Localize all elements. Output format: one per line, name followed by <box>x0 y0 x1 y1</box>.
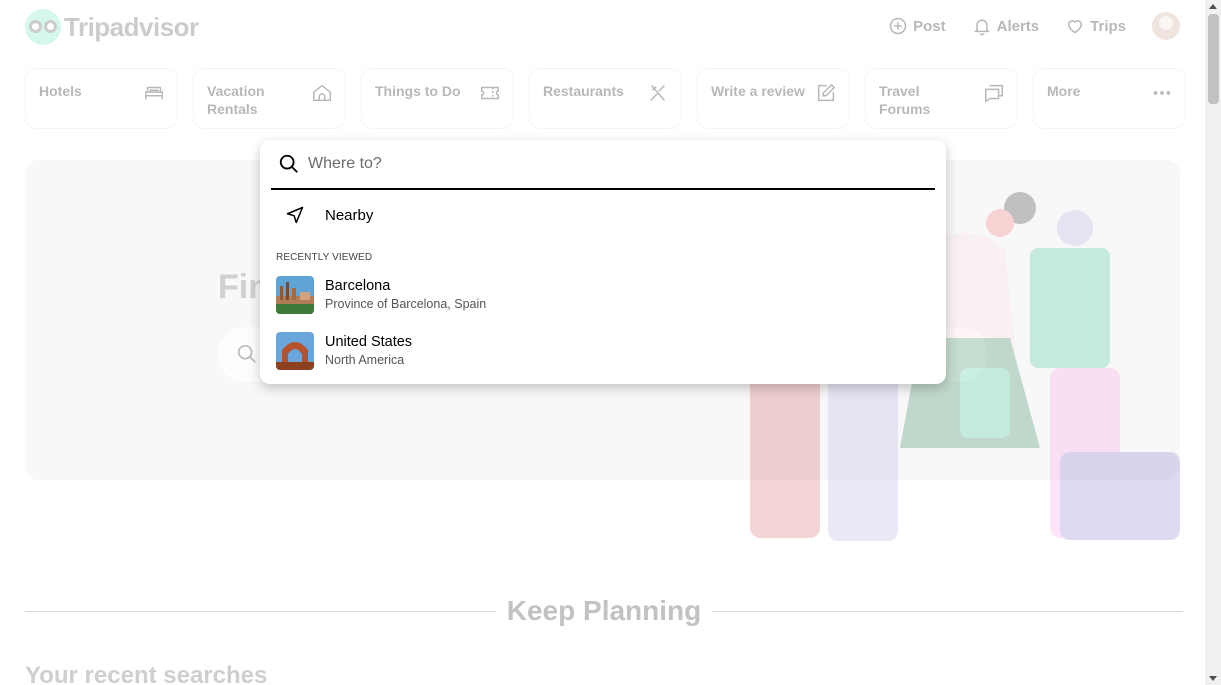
recent-item-name: United States <box>325 334 413 350</box>
ticket-icon <box>481 86 499 100</box>
owl-logo-icon <box>25 9 61 45</box>
tab-label: Write a review <box>711 83 805 99</box>
plus-circle-icon <box>889 17 907 35</box>
scroll-up-arrow-icon[interactable] <box>1209 4 1217 9</box>
tab-things-to-do[interactable]: Things to Do <box>361 68 514 129</box>
search-dropdown: Nearby RECENTLY VIEWED Barcelona Provinc… <box>260 140 946 384</box>
tab-label: Travel Forums <box>879 83 931 117</box>
heart-icon <box>1068 20 1083 34</box>
tab-hotels[interactable]: Hotels <box>25 68 178 129</box>
user-avatar[interactable] <box>1152 12 1180 40</box>
divider <box>712 610 1183 612</box>
more-dots-icon <box>1153 91 1171 95</box>
bed-icon <box>145 86 163 100</box>
scroll-thumb[interactable] <box>1208 14 1219 104</box>
trips-button[interactable]: Trips <box>1065 16 1126 36</box>
search-icon <box>279 154 298 173</box>
recent-item-united-states[interactable]: United States North America <box>276 331 916 371</box>
recent-item-subtitle: Province of Barcelona, Spain <box>325 297 487 311</box>
category-tabs: Hotels Vacation Rentals Things to Do Res… <box>25 68 1186 129</box>
post-label: Post <box>913 17 946 35</box>
bell-icon <box>973 19 990 36</box>
alerts-button[interactable]: Alerts <box>972 16 1040 36</box>
keep-planning-header: Keep Planning <box>25 593 1183 629</box>
fork-knife-icon <box>650 85 665 101</box>
chat-icon <box>985 84 1003 103</box>
page-scrollbar[interactable] <box>1205 0 1221 685</box>
united-states-thumbnail <box>276 332 314 370</box>
divider <box>25 610 496 612</box>
where-to-input[interactable] <box>308 150 908 178</box>
alerts-label: Alerts <box>996 17 1040 35</box>
tab-restaurants[interactable]: Restaurants <box>529 68 682 129</box>
tab-vacation-rentals[interactable]: Vacation Rentals <box>193 68 346 129</box>
nearby-label: Nearby <box>325 206 374 224</box>
recent-item-barcelona[interactable]: Barcelona Province of Barcelona, Spain <box>276 275 916 315</box>
recent-item-subtitle: North America <box>325 353 405 367</box>
post-button[interactable]: Post <box>888 16 946 36</box>
house-icon <box>313 84 331 102</box>
site-header: Tripadvisor Post Alerts Trips <box>0 0 1205 56</box>
tripadvisor-logo[interactable]: Tripadvisor <box>25 9 199 45</box>
recently-viewed-heading: RECENTLY VIEWED <box>276 252 373 263</box>
pencil-icon <box>817 83 836 102</box>
header-nav: Post Alerts Trips <box>888 12 1180 40</box>
search-icon <box>237 344 256 363</box>
tab-write-review[interactable]: Write a review <box>697 68 850 129</box>
tab-label: More <box>1047 83 1081 99</box>
recent-searches-title: Your recent searches <box>25 662 268 685</box>
location-arrow-icon <box>286 206 304 224</box>
tab-travel-forums[interactable]: Travel Forums <box>865 68 1018 129</box>
trips-label: Trips <box>1090 17 1126 35</box>
recent-item-name: Barcelona <box>325 278 391 294</box>
keep-planning-title: Keep Planning <box>506 595 702 626</box>
barcelona-thumbnail <box>276 276 314 314</box>
nearby-option[interactable]: Nearby <box>276 200 916 230</box>
logo-text: Tripadvisor <box>64 11 199 42</box>
where-to-search-bar <box>271 140 935 190</box>
tab-label: Things to Do <box>375 83 461 99</box>
tab-label: Vacation Rentals <box>207 83 265 117</box>
tab-label: Restaurants <box>543 83 624 99</box>
tab-more[interactable]: More <box>1033 68 1186 129</box>
tab-label: Hotels <box>39 83 82 99</box>
scroll-down-arrow-icon[interactable] <box>1209 676 1217 681</box>
